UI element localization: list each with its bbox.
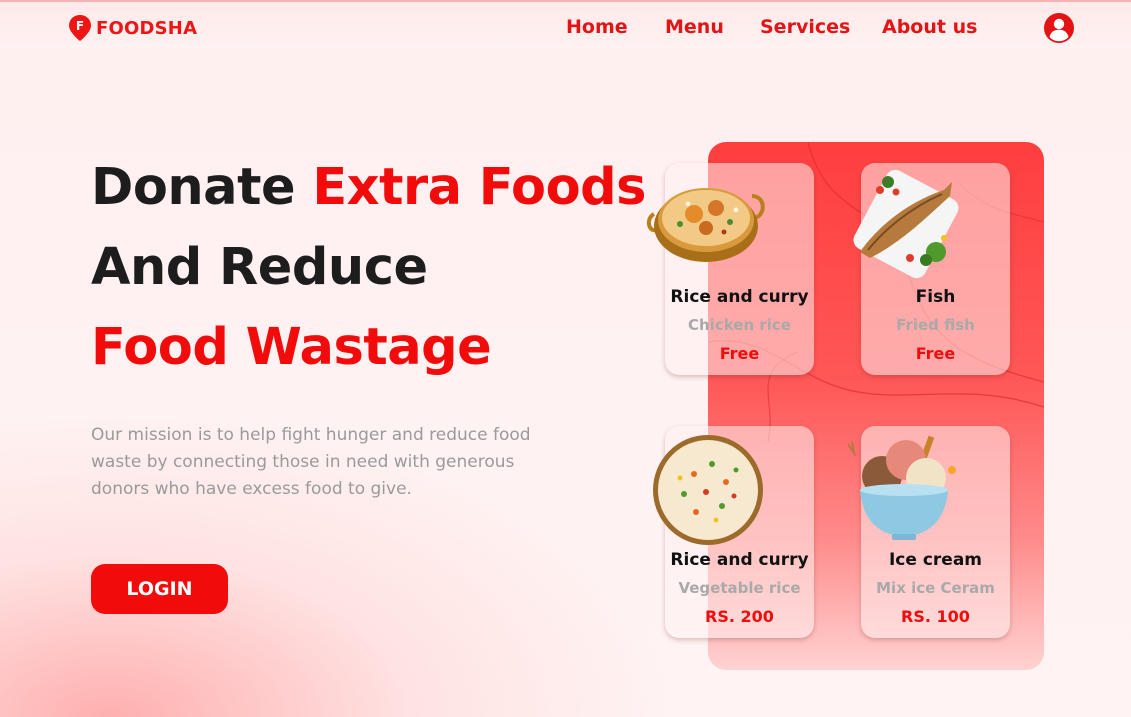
fried-fish-plate-image: [853, 169, 959, 279]
hero-heading-line2: And Reduce: [91, 238, 428, 297]
card-subtitle: Chicken rice: [688, 316, 791, 334]
card-price: RS. 200: [705, 607, 774, 626]
brand-name: FOODSHA: [96, 17, 198, 39]
nav-about-us[interactable]: About us: [882, 16, 977, 38]
nav-menu[interactable]: Menu: [665, 16, 724, 38]
card-price: Free: [915, 344, 956, 363]
hero-text-donate: Donate: [91, 158, 313, 217]
mission-text: Our mission is to help fight hunger and …: [91, 425, 531, 499]
vegetable-rice-plate-image: [653, 435, 763, 545]
user-circle-icon[interactable]: [1043, 12, 1075, 44]
brand-logo[interactable]: F FOODSHA: [68, 14, 197, 42]
hero-text-extra-foods: Extra Foods: [312, 158, 646, 217]
nav-services[interactable]: Services: [760, 16, 850, 38]
card-subtitle: Mix ice Ceram: [876, 579, 995, 597]
card-subtitle: Fried fish: [896, 316, 975, 334]
map-pin-icon: F: [69, 15, 91, 41]
card-title: Rice and curry: [670, 550, 809, 570]
navbar: F FOODSHA Home Menu Services About us: [0, 2, 1131, 48]
card-price: RS. 100: [901, 607, 970, 626]
card-title: Ice cream: [888, 550, 983, 570]
ice-cream-bowl-image: [847, 435, 956, 540]
hero-heading-line3: Food Wastage: [91, 318, 492, 377]
login-button[interactable]: LOGIN: [91, 564, 228, 614]
logo-letter: F: [76, 19, 84, 33]
card-title: Fish: [915, 287, 956, 307]
biryani-bowl-image: [647, 188, 765, 262]
hero-heading-line1: Donate Extra Foods: [91, 158, 646, 217]
card-subtitle: Vegetable rice: [678, 579, 801, 597]
card-title: Rice and curry: [670, 287, 809, 307]
card-price: Free: [719, 344, 760, 363]
nav-home[interactable]: Home: [566, 16, 628, 38]
